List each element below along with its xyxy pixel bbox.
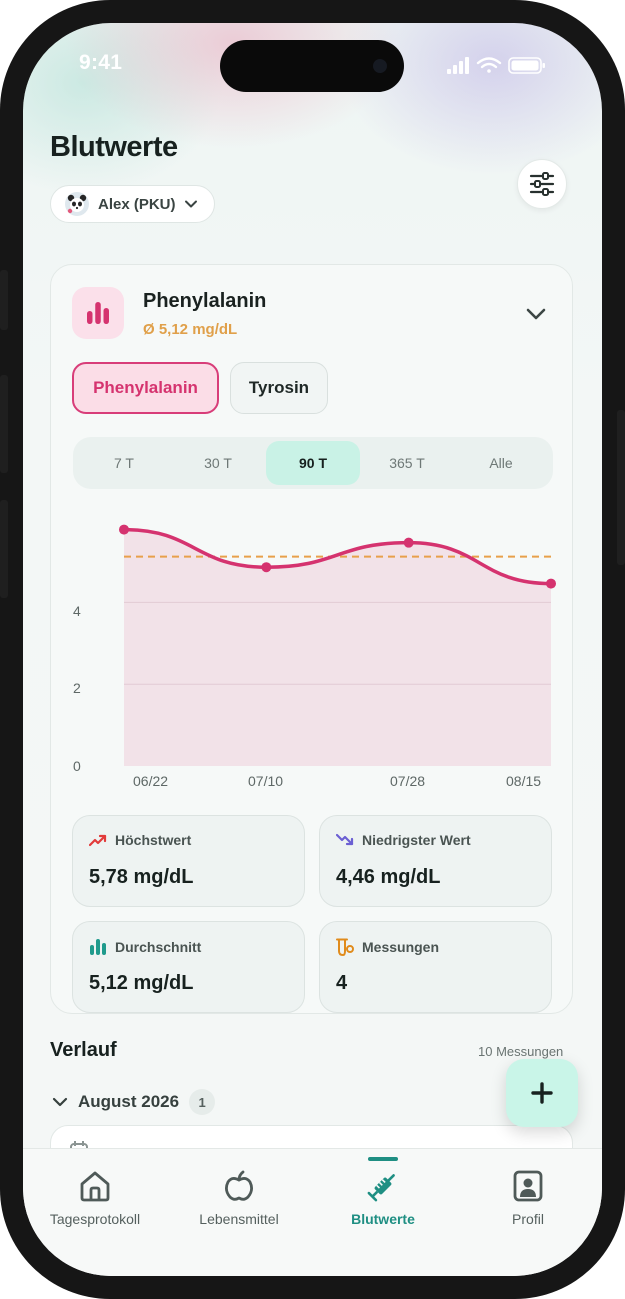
metric-icon-box — [72, 287, 124, 339]
range-365t[interactable]: 365 T — [360, 441, 454, 485]
range-30t[interactable]: 30 T — [171, 441, 265, 485]
stat-max-value: 5,78 mg/dL — [89, 866, 194, 888]
segment-phenylalanin[interactable]: Phenylalanin — [72, 362, 219, 414]
tab-lebensmittel[interactable]: Lebensmittel — [169, 1169, 309, 1249]
stat-count: Messungen 4 — [319, 921, 552, 1013]
data-point[interactable] — [546, 578, 556, 589]
segment-tyrosin[interactable]: Tyrosin — [230, 362, 328, 414]
battery-icon — [508, 57, 545, 74]
volume-down-button — [0, 500, 8, 598]
syringe-icon — [367, 1174, 395, 1202]
collapse-chevron-icon[interactable] — [525, 303, 547, 325]
camera-dot — [373, 59, 387, 73]
data-point[interactable] — [403, 537, 414, 548]
stat-min-label: Niedrigster Wert — [362, 832, 471, 848]
screen: 9:41 Blutwerte Alex (PKU) Phenylalanin Ø… — [23, 23, 602, 1276]
history-count: 10 Messungen — [478, 1044, 564, 1059]
metric-card: Phenylalanin Ø 5,12 mg/dL Phenylalanin T… — [50, 264, 573, 1014]
mute-switch — [0, 270, 8, 330]
chevron-down-icon — [52, 1097, 68, 1107]
data-point[interactable] — [261, 562, 272, 573]
user-selector-label: Alex (PKU) — [98, 195, 176, 213]
x-tick-0622: 06/22 — [133, 773, 169, 789]
month-count-badge: 1 — [189, 1089, 216, 1115]
stat-max: Höchstwert 5,78 mg/dL — [72, 815, 305, 907]
sliders-icon — [529, 172, 555, 196]
month-group-header[interactable]: August 2026 1 — [52, 1089, 216, 1115]
chart-area-fill — [124, 529, 551, 766]
data-point[interactable] — [119, 524, 129, 535]
avatar — [65, 192, 89, 216]
y-tick-0: 0 — [73, 758, 81, 774]
volume-up-button — [0, 375, 8, 473]
stat-min: Niedrigster Wert 4,46 mg/dL — [319, 815, 552, 907]
status-time: 9:41 — [79, 51, 123, 74]
filter-button[interactable] — [517, 159, 567, 209]
x-tick-0815: 08/15 — [506, 773, 542, 789]
active-tab-indicator — [368, 1157, 398, 1161]
user-selector[interactable]: Alex (PKU) — [50, 185, 215, 223]
stat-avg-label: Durchschnitt — [115, 939, 202, 955]
bar-chart-icon — [90, 939, 106, 955]
profile-icon — [513, 1170, 543, 1202]
page-title: Blutwerte — [50, 131, 178, 163]
x-tick-0728: 07/28 — [390, 773, 426, 789]
tab-label-lebensmittel: Lebensmittel — [199, 1211, 279, 1227]
bar-chart-icon — [87, 302, 109, 324]
history-title: Verlauf — [50, 1039, 117, 1061]
stat-avg: Durchschnitt 5,12 mg/dL — [72, 921, 305, 1013]
home-icon — [80, 1171, 110, 1202]
y-tick-2: 2 — [73, 680, 81, 696]
range-selector: 7 T 30 T 90 T 365 T Alle — [73, 437, 553, 489]
apple-icon — [225, 1170, 253, 1201]
stat-max-label: Höchstwert — [115, 832, 192, 848]
metric-average: Ø 5,12 mg/dL — [143, 321, 238, 338]
month-label: August 2026 — [78, 1092, 180, 1111]
plus-icon — [531, 1082, 553, 1104]
metric-name: Phenylalanin — [143, 290, 267, 312]
y-tick-4: 4 — [73, 603, 81, 619]
tab-tagesprotokoll[interactable]: Tagesprotokoll — [25, 1169, 165, 1249]
add-measurement-button[interactable] — [506, 1059, 578, 1127]
trend-up-icon — [89, 834, 107, 847]
power-button — [617, 410, 625, 565]
tab-bar: Tagesprotokoll Lebensmittel Blutwerte Pr… — [23, 1148, 602, 1276]
status-icons — [447, 57, 545, 74]
trend-down-icon — [336, 833, 354, 846]
range-alle[interactable]: Alle — [454, 441, 548, 485]
signal-icon — [447, 57, 469, 74]
tab-blutwerte[interactable]: Blutwerte — [313, 1169, 453, 1249]
stat-avg-value: 5,12 mg/dL — [89, 972, 194, 994]
tab-profil[interactable]: Profil — [458, 1169, 598, 1249]
wifi-icon — [476, 57, 502, 73]
chevron-down-icon — [184, 200, 197, 208]
test-tube-icon — [336, 938, 354, 956]
panda-avatar-icon — [65, 192, 89, 216]
stat-count-label: Messungen — [362, 939, 440, 955]
stat-count-value: 4 — [336, 972, 348, 994]
line-chart — [119, 524, 556, 766]
range-7t[interactable]: 7 T — [77, 441, 171, 485]
range-90t[interactable]: 90 T — [266, 441, 360, 485]
stat-min-value: 4,46 mg/dL — [336, 866, 441, 888]
tab-label-blutwerte: Blutwerte — [351, 1211, 415, 1227]
tab-label-tagesprotokoll: Tagesprotokoll — [49, 1211, 141, 1227]
x-tick-0710: 07/10 — [248, 773, 284, 789]
tab-label-profil: Profil — [512, 1211, 544, 1227]
